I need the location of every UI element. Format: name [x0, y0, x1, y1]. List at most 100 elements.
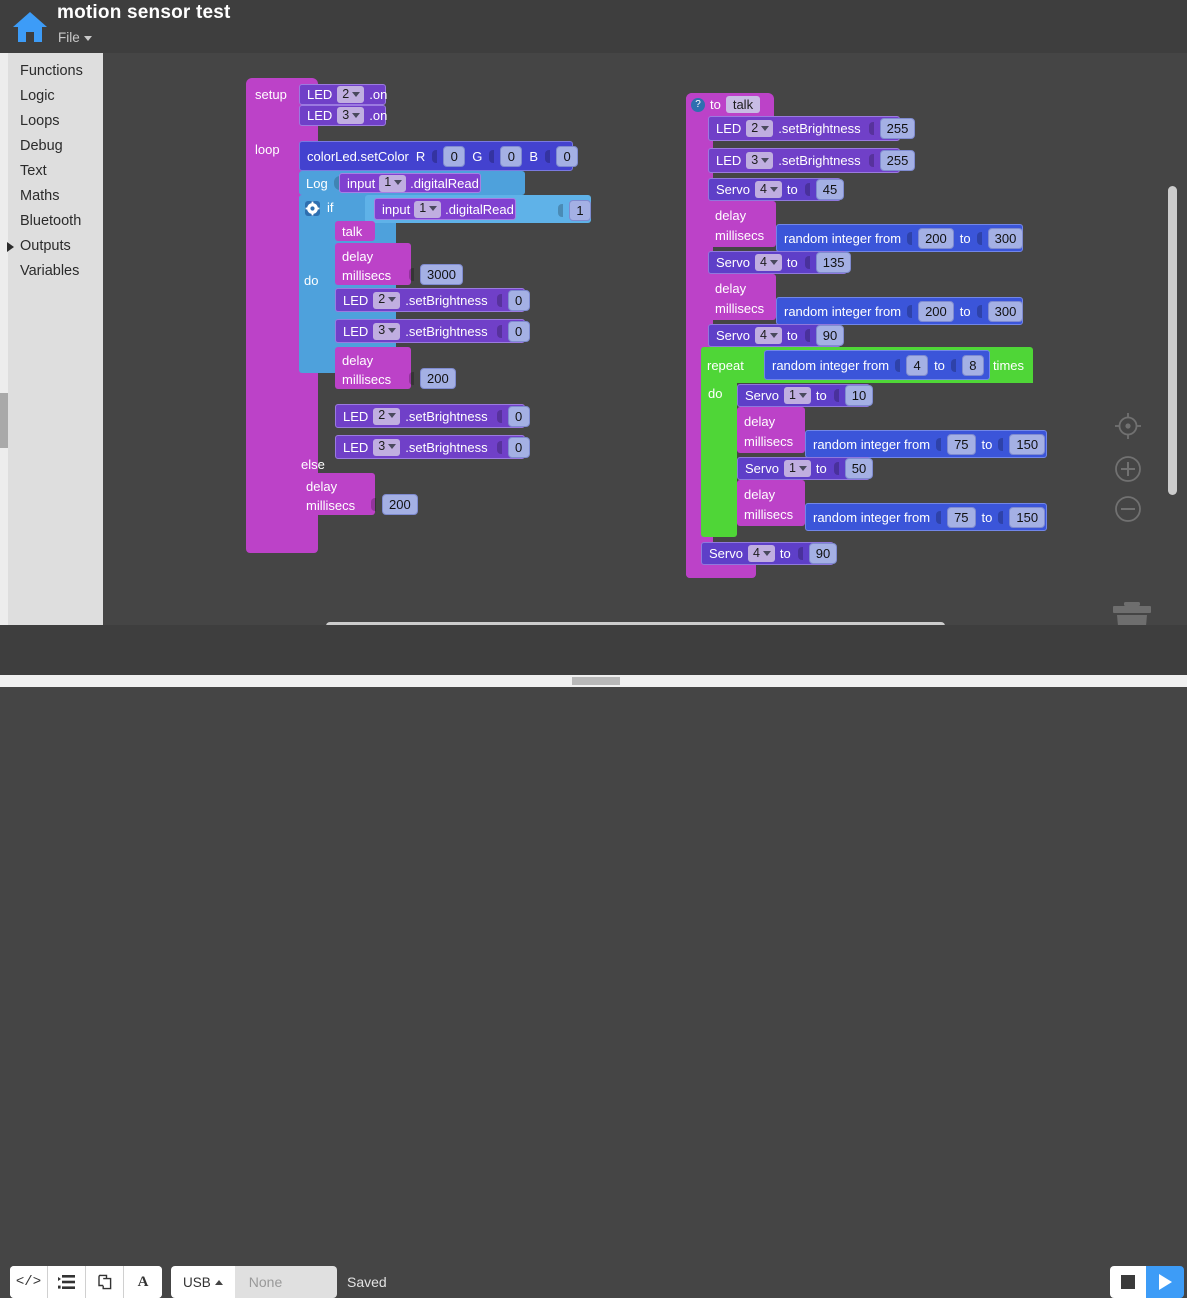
servo-pin-dropdown[interactable]: 1 [783, 460, 811, 477]
block-servo-to[interactable]: Servo 1 to 10 [737, 384, 874, 407]
led-brightness-input[interactable]: 255 [879, 150, 916, 171]
block-random-integer[interactable]: random integer from 200 to 300 [776, 297, 1024, 325]
block-servo-to[interactable]: Servo 4 to 135 [708, 251, 852, 274]
setcolor-g-input[interactable]: 0 [500, 145, 523, 167]
sidebar-item-text[interactable]: Text [0, 159, 103, 184]
stop-icon[interactable] [1110, 1266, 1146, 1298]
block-led-on[interactable]: LED 3 .on [299, 105, 387, 126]
servo-pin-dropdown[interactable]: 4 [747, 545, 775, 562]
servo-angle-input[interactable]: 50 [844, 458, 874, 479]
servo-angle-input[interactable]: 10 [844, 385, 874, 406]
sidebar-item-variables[interactable]: Variables [0, 259, 103, 284]
block-led-setbrightness[interactable]: LED 3 .setBrightness 0 [335, 319, 530, 343]
block-random-integer[interactable]: random integer from 200 to 300 [776, 224, 1024, 252]
led-brightness-input[interactable]: 255 [879, 118, 916, 139]
led-brightness-input[interactable]: 0 [507, 289, 530, 311]
block-random-integer[interactable]: random integer from 4 to 8 [764, 350, 990, 380]
sidebar-item-loops[interactable]: Loops [0, 109, 103, 134]
function-name-field[interactable]: talk [725, 96, 761, 113]
connection-type-dropdown[interactable]: USB [171, 1266, 235, 1298]
setcolor-r-input[interactable]: 0 [443, 145, 466, 167]
led-pin-dropdown[interactable]: 2 [373, 291, 401, 309]
splitter-handle[interactable] [572, 677, 620, 685]
block-input-digitalread[interactable]: input 1 .digitalRead [374, 198, 516, 220]
block-led-setbrightness[interactable]: LED 2 .setBrightness 255 [708, 116, 916, 141]
workspace-vscrollbar-thumb[interactable] [1168, 186, 1177, 495]
servo-pin-dropdown[interactable]: 4 [754, 181, 782, 198]
block-servo-to[interactable]: Servo 4 to 45 [708, 178, 845, 201]
random-to-input[interactable]: 300 [987, 300, 1024, 322]
block-delay[interactable]: delay millisecs [737, 480, 805, 526]
repeat-from-input[interactable]: 4 [906, 354, 929, 376]
block-delay[interactable]: delay millisecs [737, 407, 805, 453]
compare-value-input[interactable]: 1 [569, 200, 591, 221]
block-random-integer[interactable]: random integer from 75 to 150 [805, 430, 1047, 458]
code-view-icon[interactable]: </> [10, 1266, 48, 1298]
servo-angle-input[interactable]: 135 [815, 252, 852, 273]
setcolor-b-input[interactable]: 0 [556, 145, 579, 167]
block-input-digitalread[interactable]: input 1 .digitalRead [339, 173, 481, 193]
sidebar-item-outputs[interactable]: Outputs [0, 234, 103, 259]
led-brightness-input[interactable]: 0 [507, 436, 530, 458]
servo-pin-dropdown[interactable]: 4 [754, 254, 782, 271]
led-brightness-input[interactable]: 0 [507, 320, 530, 342]
block-delay[interactable]: delay millisecs [708, 201, 776, 247]
block-led-setbrightness[interactable]: LED 3 .setBrightness 255 [708, 148, 916, 173]
trash-icon[interactable] [1106, 598, 1158, 625]
led-pin-dropdown[interactable]: 2 [746, 120, 774, 137]
block-servo-to[interactable]: Servo 4 to 90 [701, 542, 838, 565]
random-from-input[interactable]: 200 [918, 300, 954, 322]
sidebar-item-bluetooth[interactable]: Bluetooth [0, 209, 103, 234]
servo-pin-dropdown[interactable]: 1 [783, 387, 811, 404]
block-led-setbrightness[interactable]: LED 2 .setBrightness 0 [335, 288, 530, 312]
zoom-out-icon[interactable] [1113, 494, 1143, 524]
port-select[interactable]: None [234, 1266, 337, 1298]
servo-angle-input[interactable]: 45 [815, 179, 845, 200]
delay-value-input[interactable]: 200 [382, 494, 418, 515]
block-delay[interactable]: delay millisecs [335, 243, 411, 285]
sidebar-item-functions[interactable]: Functions [0, 59, 103, 84]
random-from-input[interactable]: 75 [947, 433, 976, 455]
sidebar-item-maths[interactable]: Maths [0, 184, 103, 209]
block-call-talk[interactable]: talk [335, 221, 375, 241]
block-led-setbrightness[interactable]: LED 3 .setBrightness 0 [335, 435, 530, 459]
led-pin-dropdown[interactable]: 2 [337, 86, 365, 103]
led-pin-dropdown[interactable]: 2 [373, 407, 401, 425]
random-to-input[interactable]: 150 [1009, 433, 1046, 455]
block-led-on[interactable]: LED 2 .on [299, 84, 387, 105]
sidebar-item-logic[interactable]: Logic [0, 84, 103, 109]
question-mark-icon[interactable]: ? [691, 97, 705, 112]
file-menu[interactable]: File [58, 30, 92, 45]
block-servo-to[interactable]: Servo 4 to 90 [708, 324, 845, 347]
random-to-input[interactable]: 150 [1009, 506, 1046, 528]
block-delay[interactable]: delay millisecs [708, 274, 776, 320]
block-random-integer[interactable]: random integer from 75 to 150 [805, 503, 1047, 531]
crosshair-target-icon[interactable] [1113, 411, 1143, 441]
delay-value-input[interactable]: 3000 [420, 264, 463, 285]
led-pin-dropdown[interactable]: 3 [373, 322, 401, 340]
function-talk-hat[interactable]: ? to talk [686, 93, 774, 116]
blocks-list-icon[interactable] [48, 1266, 86, 1298]
led-pin-dropdown[interactable]: 3 [373, 438, 401, 456]
led-pin-dropdown[interactable]: 3 [337, 107, 365, 124]
block-led-setbrightness[interactable]: LED 2 .setBrightness 0 [335, 404, 530, 428]
block-delay[interactable]: delay millisecs [299, 473, 375, 515]
blockly-workspace[interactable]: setup loop LED 2 .on LED 3 .on colorLed.… [103, 53, 1187, 625]
block-servo-to[interactable]: Servo 1 to 50 [737, 457, 874, 480]
random-to-input[interactable]: 300 [987, 227, 1024, 249]
servo-angle-input[interactable]: 90 [808, 543, 838, 564]
sidebar-scrollbar-thumb[interactable] [0, 393, 8, 448]
home-icon[interactable] [10, 8, 50, 46]
input-pin-dropdown[interactable]: 1 [379, 174, 407, 192]
if-gear-icon[interactable] [305, 201, 320, 216]
random-from-input[interactable]: 200 [918, 227, 954, 249]
random-from-input[interactable]: 75 [947, 506, 976, 528]
led-brightness-input[interactable]: 0 [507, 405, 530, 427]
font-icon[interactable]: A [124, 1266, 162, 1298]
repeat-to-input[interactable]: 8 [961, 354, 984, 376]
copy-icon[interactable] [86, 1266, 124, 1298]
play-icon[interactable] [1146, 1266, 1184, 1298]
sidebar-item-debug[interactable]: Debug [0, 134, 103, 159]
input-pin-dropdown[interactable]: 1 [414, 200, 442, 218]
delay-value-input[interactable]: 200 [420, 368, 456, 389]
